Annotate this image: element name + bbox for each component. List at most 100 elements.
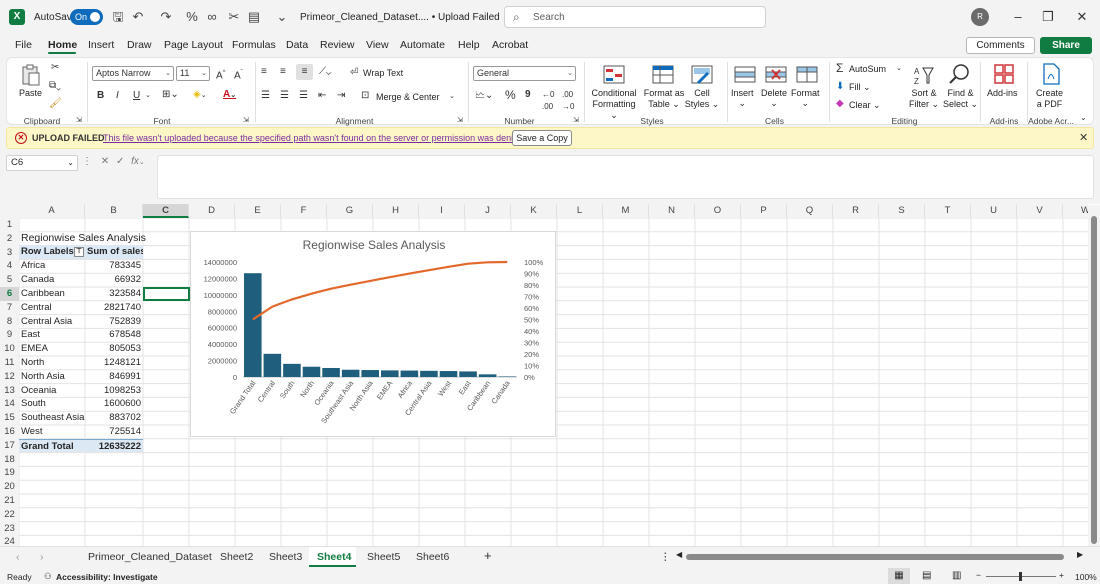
pivot-row-label[interactable]: Central <box>21 301 85 315</box>
link-icon[interactable]: ∞ <box>204 9 220 25</box>
decrease-decimal-icon[interactable]: .00 →0 <box>562 89 574 113</box>
pivot-title[interactable]: Regionwise Sales Analysis <box>21 232 146 246</box>
tab-formulas[interactable]: Formulas <box>232 39 276 51</box>
sheet-tab-sheet2[interactable]: Sheet2 <box>220 551 253 563</box>
cut-icon[interactable]: ✂ <box>51 62 59 74</box>
column-header-m[interactable]: M <box>603 204 649 218</box>
number-format-select[interactable]: General ⌄ <box>473 66 576 81</box>
autosave-toggle[interactable]: On <box>70 9 103 25</box>
formula-input[interactable] <box>157 155 1094 199</box>
add-ins-icon[interactable] <box>993 63 1015 85</box>
sheet-tab-primeor[interactable]: Primeor_Cleaned_Dataset <box>88 551 212 563</box>
scroll-right-icon[interactable]: ▶ <box>1077 550 1083 559</box>
pivot-row-label[interactable]: Canada <box>21 273 85 287</box>
save-icon[interactable]: 🖫 <box>110 9 126 25</box>
page-break-view-icon[interactable]: ▥ <box>952 570 961 581</box>
tab-split-icon[interactable]: ⋮ <box>660 551 671 563</box>
pivot-row-label[interactable]: North Asia <box>21 370 85 384</box>
row-header-16[interactable]: 16 <box>0 425 19 439</box>
pivot-row-value[interactable]: 1600600 <box>85 397 141 411</box>
format-as-table-icon[interactable] <box>652 64 674 86</box>
row-header-9[interactable]: 9 <box>0 328 19 343</box>
column-header-o[interactable]: O <box>695 204 741 218</box>
pivot-row-value[interactable]: 66932 <box>85 273 141 287</box>
zoom-in-icon[interactable]: + <box>1059 570 1064 580</box>
tab-automate[interactable]: Automate <box>400 39 445 51</box>
row-header-19[interactable]: 19 <box>0 466 19 481</box>
font-size-select[interactable]: 11 ⌄ <box>176 66 210 81</box>
pivot-row-value[interactable]: 752839 <box>85 315 141 329</box>
customize-qat-icon[interactable]: ⌄ <box>274 9 290 25</box>
paste-button[interactable]: Paste <box>19 88 42 98</box>
row-header-8[interactable]: 8 <box>0 314 19 329</box>
insert-cells-icon[interactable] <box>734 64 756 86</box>
clipboard-launcher-icon[interactable]: ⇲ <box>76 115 82 127</box>
row-header-23[interactable]: 23 <box>0 521 19 536</box>
pivot-row-label[interactable]: Southeast Asia <box>21 411 85 425</box>
column-header-c[interactable]: C <box>143 204 189 218</box>
column-header-i[interactable]: I <box>419 204 465 218</box>
pivot-row-value[interactable]: 846991 <box>85 370 141 384</box>
pivot-row-value[interactable]: 2821740 <box>85 301 141 315</box>
zoom-slider-thumb[interactable] <box>1019 572 1022 581</box>
close-icon[interactable]: ✕ <box>1079 131 1088 144</box>
column-header-b[interactable]: B <box>85 204 143 218</box>
scroll-tabs-left-icon[interactable]: ‹ <box>16 551 20 563</box>
cancel-icon[interactable]: ✕ <box>101 156 109 167</box>
column-header-f[interactable]: F <box>281 204 327 218</box>
pivot-row-value[interactable]: 1248121 <box>85 356 141 370</box>
tab-acrobat[interactable]: Acrobat <box>492 39 528 51</box>
save-a-copy-button[interactable]: Save a Copy <box>512 130 572 146</box>
pivot-row-value[interactable]: 678548 <box>85 328 141 342</box>
row-header-22[interactable]: 22 <box>0 507 19 522</box>
align-top-icon[interactable]: ≡ <box>261 66 267 78</box>
add-sheet-icon[interactable]: + <box>484 548 492 563</box>
tab-draw[interactable]: Draw <box>127 39 152 51</box>
format-cells-icon[interactable] <box>796 64 818 86</box>
pivot-row-label[interactable]: South <box>21 397 85 411</box>
pivot-row-label[interactable]: EMEA <box>21 342 85 356</box>
orientation-icon[interactable]: ⟋⌄ <box>319 66 331 78</box>
column-header-n[interactable]: N <box>649 204 695 218</box>
delete-cells-icon[interactable] <box>765 64 787 86</box>
align-middle-icon[interactable]: ≡ <box>280 66 286 78</box>
sheet-tab-sheet6[interactable]: Sheet6 <box>416 551 449 563</box>
increase-font-icon[interactable]: A^ <box>216 67 226 82</box>
tab-help[interactable]: Help <box>458 39 480 51</box>
column-header-k[interactable]: K <box>511 204 557 218</box>
row-header-17[interactable]: 17 <box>0 438 19 453</box>
merge-center-button[interactable]: Merge & Center <box>376 92 440 102</box>
restore-icon[interactable]: ❐ <box>1038 8 1058 26</box>
row-header-18[interactable]: 18 <box>0 452 19 467</box>
scroll-tabs-right-icon[interactable]: › <box>40 551 44 563</box>
column-header-v[interactable]: V <box>1017 204 1063 218</box>
search-input[interactable]: ⌕ Search <box>504 6 766 28</box>
percent-icon[interactable]: % <box>184 9 200 25</box>
create-pdf-button[interactable]: Create a PDF <box>1036 88 1063 110</box>
row-header-10[interactable]: 10 <box>0 342 19 356</box>
column-header-p[interactable]: P <box>741 204 787 218</box>
row-labels-header[interactable]: Row Labels <box>19 246 74 257</box>
find-select-icon[interactable] <box>948 63 970 85</box>
format-painter-icon[interactable]: 🖌 <box>49 98 62 110</box>
sheet-tab-sheet4[interactable]: Sheet4 <box>317 551 351 563</box>
column-header-j[interactable]: J <box>465 204 511 218</box>
grand-total-label[interactable]: Grand Total <box>19 441 74 452</box>
name-box[interactable]: C6 ⌄ <box>6 155 78 171</box>
underline-dropdown-icon[interactable]: ⌄ <box>145 90 151 102</box>
row-header-2[interactable]: 2 <box>0 231 19 246</box>
row-header-21[interactable]: 21 <box>0 494 19 508</box>
column-header-t[interactable]: T <box>925 204 971 218</box>
vertical-scroll-thumb[interactable] <box>1091 216 1097 544</box>
format-cells-button[interactable]: Format ⌄ <box>791 88 820 109</box>
comments-button[interactable]: Comments <box>966 37 1035 54</box>
clear-icon[interactable]: ◆ <box>836 98 844 110</box>
pivot-row-value[interactable]: 323584 <box>85 287 141 301</box>
tab-view[interactable]: View <box>366 39 389 51</box>
increase-decimal-icon[interactable]: ←0.00 <box>542 89 554 113</box>
enter-icon[interactable]: ✓ <box>116 156 124 167</box>
tab-file[interactable]: File <box>15 39 32 51</box>
increase-indent-icon[interactable]: ⇥ <box>337 90 345 102</box>
align-right-icon[interactable]: ☰ <box>299 90 308 102</box>
decrease-font-icon[interactable]: Aˇ <box>234 67 243 82</box>
